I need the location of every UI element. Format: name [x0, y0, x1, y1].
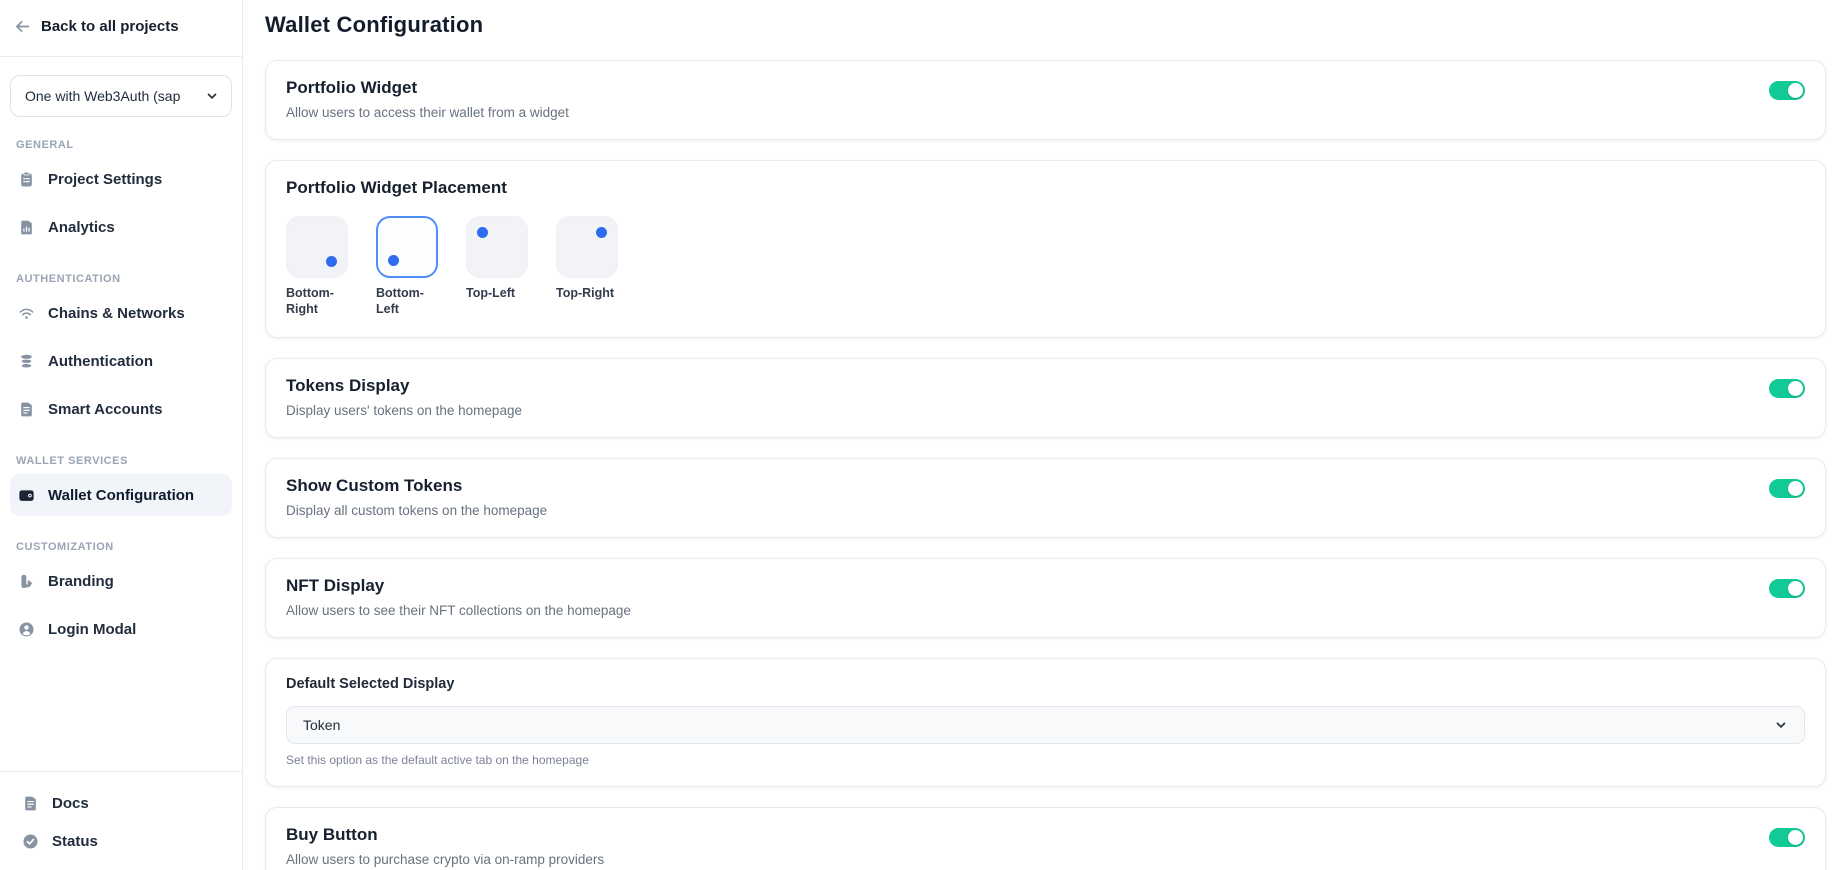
placement-preview: [376, 216, 438, 278]
card-description: Display all custom tokens on the homepag…: [286, 503, 547, 518]
card-title: NFT Display: [286, 576, 631, 596]
show-custom-tokens-toggle[interactable]: [1769, 479, 1805, 498]
page-title: Wallet Configuration: [265, 12, 1826, 38]
sidebar-item-label: Project Settings: [48, 171, 162, 188]
clipboard-icon: [18, 171, 35, 188]
card-default-selected-display: Default Selected Display Token Set this …: [265, 658, 1826, 787]
placement-dot: [388, 255, 399, 266]
sidebar-item-login-modal[interactable]: Login Modal: [10, 608, 232, 650]
paintbrush-icon: [18, 573, 35, 590]
placement-dot: [596, 227, 607, 238]
card-portfolio-widget-placement: Portfolio Widget Placement Bottom-Right …: [265, 160, 1826, 338]
card-description: Display users' tokens on the homepage: [286, 403, 522, 418]
sidebar-item-project-settings[interactable]: Project Settings: [10, 158, 232, 200]
document-chart-icon: [18, 219, 35, 236]
sidebar-item-label: Analytics: [48, 219, 115, 236]
placement-options: Bottom-Right Bottom-Left Top-Left Top-Ri…: [286, 216, 1805, 318]
placement-option-bottom-right[interactable]: Bottom-Right: [286, 216, 352, 318]
sidebar-item-label: Status: [52, 833, 98, 850]
placement-dot: [477, 227, 488, 238]
card-title: Portfolio Widget: [286, 78, 569, 98]
nft-display-toggle[interactable]: [1769, 579, 1805, 598]
sidebar-footer: Docs Status: [0, 771, 242, 870]
sidebar-item-docs[interactable]: Docs: [14, 784, 228, 822]
card-title: Buy Button: [286, 825, 604, 845]
wifi-icon: [18, 305, 35, 322]
sidebar: Back to all projects One with Web3Auth (…: [0, 0, 243, 870]
document-icon: [18, 401, 35, 418]
placement-dot: [326, 256, 337, 267]
placement-option-top-right[interactable]: Top-Right: [556, 216, 622, 318]
card-show-custom-tokens: Show Custom Tokens Display all custom to…: [265, 458, 1826, 538]
sidebar-item-wallet-configuration[interactable]: Wallet Configuration: [10, 474, 232, 516]
sidebar-item-label: Login Modal: [48, 621, 136, 638]
back-to-projects-link[interactable]: Back to all projects: [10, 16, 232, 37]
placement-preview: [556, 216, 618, 278]
select-label: Default Selected Display: [286, 676, 1805, 692]
back-label: Back to all projects: [41, 18, 179, 35]
placement-preview: [466, 216, 528, 278]
wallet-icon: [18, 487, 35, 504]
default-display-select-value: Token: [303, 717, 340, 733]
check-circle-icon: [22, 833, 39, 850]
sidebar-item-branding[interactable]: Branding: [10, 560, 232, 602]
default-display-select[interactable]: Token: [286, 706, 1805, 744]
placement-option-label: Bottom-Right: [286, 285, 352, 318]
user-circle-icon: [18, 621, 35, 638]
placement-option-top-left[interactable]: Top-Left: [466, 216, 532, 318]
project-selector-value: One with Web3Auth (sap: [25, 88, 180, 104]
chevron-down-icon: [205, 89, 219, 103]
chevron-down-icon: [1774, 718, 1788, 732]
tokens-display-toggle[interactable]: [1769, 379, 1805, 398]
sidebar-item-label: Chains & Networks: [48, 305, 185, 322]
main-content: Wallet Configuration Portfolio Widget Al…: [243, 0, 1840, 870]
project-selector[interactable]: One with Web3Auth (sap: [10, 75, 232, 117]
card-description: Allow users to access their wallet from …: [286, 105, 569, 120]
select-helper-text: Set this option as the default active ta…: [286, 753, 1805, 767]
card-title: Portfolio Widget Placement: [286, 178, 1805, 198]
card-description: Allow users to see their NFT collections…: [286, 603, 631, 618]
sidebar-divider: [0, 56, 242, 57]
sidebar-item-label: Branding: [48, 573, 114, 590]
arrow-left-icon: [14, 18, 31, 35]
sidebar-item-authentication[interactable]: Authentication: [10, 340, 232, 382]
card-portfolio-widget: Portfolio Widget Allow users to access t…: [265, 60, 1826, 140]
sidebar-item-status[interactable]: Status: [14, 822, 228, 860]
section-label-wallet-services: WALLET SERVICES: [16, 455, 232, 467]
card-tokens-display: Tokens Display Display users' tokens on …: [265, 358, 1826, 438]
section-label-general: GENERAL: [16, 139, 232, 151]
sidebar-item-label: Docs: [52, 795, 89, 812]
sidebar-item-label: Authentication: [48, 353, 153, 370]
card-buy-button: Buy Button Allow users to purchase crypt…: [265, 807, 1826, 870]
buy-button-toggle[interactable]: [1769, 828, 1805, 847]
placement-preview: [286, 216, 348, 278]
card-nft-display: NFT Display Allow users to see their NFT…: [265, 558, 1826, 638]
sidebar-item-chains-networks[interactable]: Chains & Networks: [10, 292, 232, 334]
section-label-authentication: AUTHENTICATION: [16, 273, 232, 285]
sidebar-item-smart-accounts[interactable]: Smart Accounts: [10, 388, 232, 430]
card-description: Allow users to purchase crypto via on-ra…: [286, 852, 604, 867]
sidebar-item-label: Wallet Configuration: [48, 487, 194, 504]
placement-option-label: Top-Left: [466, 285, 532, 301]
card-title: Tokens Display: [286, 376, 522, 396]
sidebar-item-analytics[interactable]: Analytics: [10, 206, 232, 248]
section-label-customization: CUSTOMIZATION: [16, 541, 232, 553]
sidebar-item-label: Smart Accounts: [48, 401, 162, 418]
placement-option-label: Top-Right: [556, 285, 622, 301]
document-icon: [22, 795, 39, 812]
placement-option-bottom-left[interactable]: Bottom-Left: [376, 216, 442, 318]
app-window: Back to all projects One with Web3Auth (…: [0, 0, 1840, 870]
database-icon: [18, 353, 35, 370]
placement-option-label: Bottom-Left: [376, 285, 442, 318]
card-title: Show Custom Tokens: [286, 476, 547, 496]
portfolio-widget-toggle[interactable]: [1769, 81, 1805, 100]
